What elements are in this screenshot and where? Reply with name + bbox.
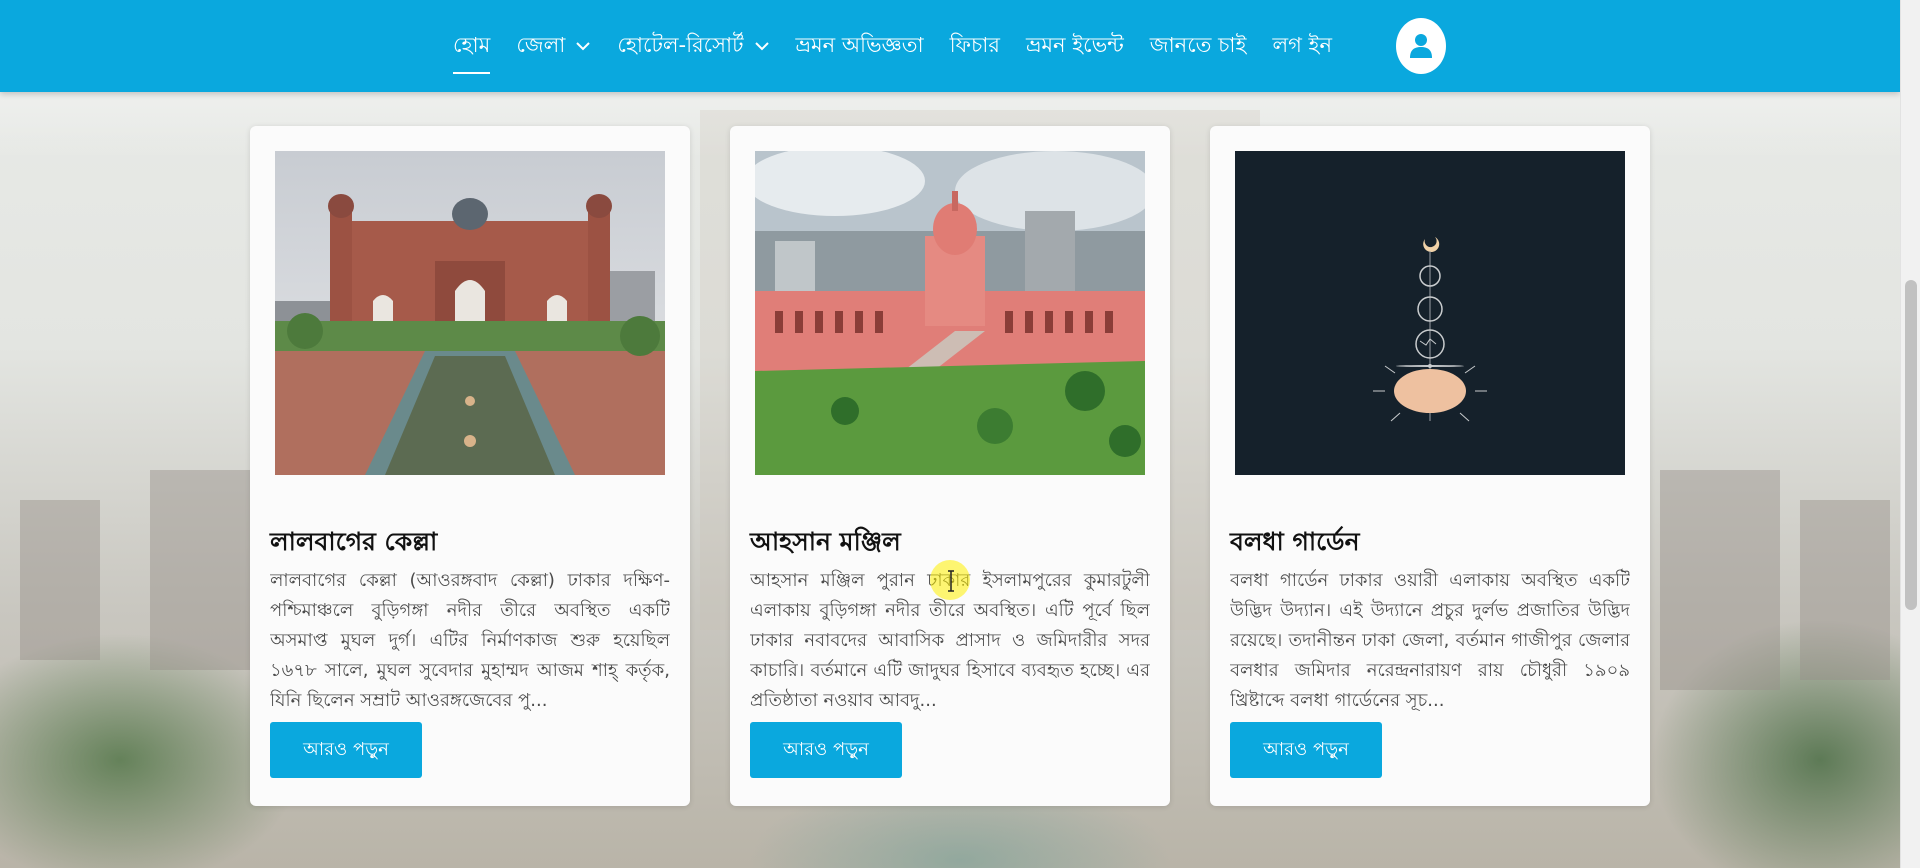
nav-district-label: জেলা (516, 32, 566, 57)
card-title[interactable]: আহসান মঞ্জিল (750, 522, 901, 565)
card-title[interactable]: বলধা গার্ডেন (1230, 522, 1360, 565)
top-navbar: হোম জেলা হোটেল-রিসোর্ট ভ্রমন অভিজ্ঞতা ফি… (0, 0, 1900, 92)
read-more-button[interactable]: আরও পড়ুন (270, 722, 422, 778)
chevron-down-icon (754, 42, 769, 51)
card-title[interactable]: লালবাগের কেল্লা (270, 522, 437, 565)
nav-travel-event[interactable]: ভ্রমন ইভেন্ট (1026, 29, 1124, 64)
page-scrollbar[interactable] (1900, 0, 1920, 868)
read-more-button[interactable]: আরও পড়ুন (1230, 722, 1382, 778)
read-more-button[interactable]: আরও পড়ুন (750, 722, 902, 778)
nav-travel-event-label: ভ্রমন ইভেন্ট (1025, 32, 1124, 57)
scrollbar-thumb[interactable] (1905, 280, 1917, 610)
user-avatar-button[interactable] (1396, 18, 1446, 74)
card-ahsan-manzil: আহসান মঞ্জিল আহসান মঞ্জিল পুরান ঢাকার ইস… (730, 126, 1170, 806)
nav-login[interactable]: লগ ইন (1272, 29, 1332, 64)
main-nav: হোম জেলা হোটেল-রিসোর্ট ভ্রমন অভিজ্ঞতা ফি… (453, 0, 1358, 92)
nav-hotel-resort-label: হোটেল-রিসোর্ট (617, 32, 744, 57)
moon-phases-image (1235, 151, 1625, 475)
nav-district[interactable]: জেলা (516, 29, 591, 64)
nav-hotel-resort[interactable]: হোটেল-রিসোর্ট (617, 29, 769, 64)
nav-login-label: লগ ইন (1272, 32, 1332, 57)
nav-feature-label: ফিচার (949, 32, 1000, 57)
lalbagh-fort-image (275, 151, 665, 475)
nav-faq-label: জানতে চাই (1149, 32, 1247, 57)
nav-travel-experience-label: ভ্রমন অভিজ্ঞতা (795, 32, 924, 57)
nav-home[interactable]: হোম (453, 29, 491, 74)
attraction-cards: লালবাগের কেল্লা লালবাগের কেল্লা (আওরঙ্গব… (250, 126, 1650, 806)
ahsan-manzil-image (755, 151, 1145, 475)
nav-travel-experience[interactable]: ভ্রমন অভিজ্ঞতা (796, 29, 924, 64)
card-lalbagh-fort: লালবাগের কেল্লা লালবাগের কেল্লা (আওরঙ্গব… (250, 126, 690, 806)
card-description: বলধা গার্ডেন ঢাকার ওয়ারী এলাকায় অবস্থি… (1230, 570, 1630, 711)
nav-home-label: হোম (453, 32, 491, 57)
nav-feature[interactable]: ফিচার (950, 29, 1000, 64)
nav-faq[interactable]: জানতে চাই (1150, 29, 1247, 64)
card-description: লালবাগের কেল্লা (আওরঙ্গবাদ কেল্লা) ঢাকার… (270, 570, 670, 711)
card-baldha-garden: বলধা গার্ডেন বলধা গার্ডেন ঢাকার ওয়ারী এ… (1210, 126, 1650, 806)
user-icon (1410, 34, 1432, 58)
chevron-down-icon (576, 42, 591, 51)
text-cursor-icon (948, 570, 954, 592)
